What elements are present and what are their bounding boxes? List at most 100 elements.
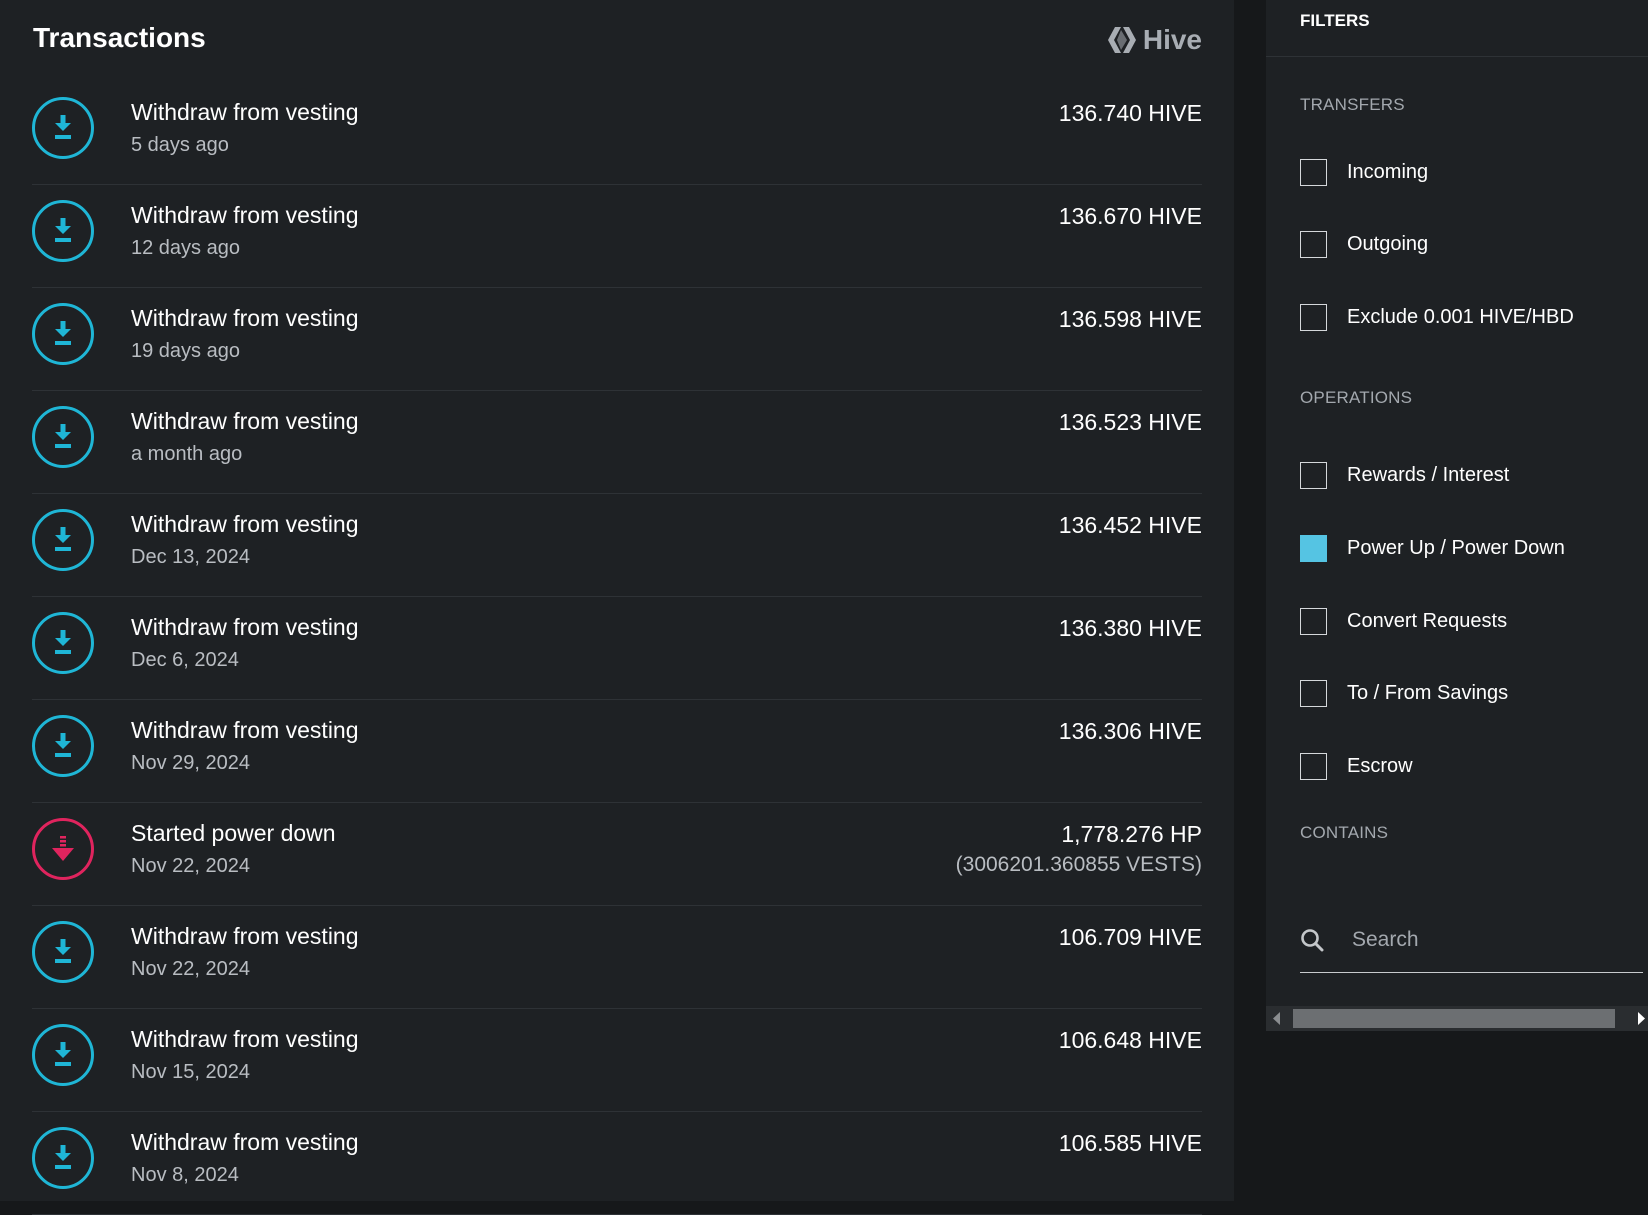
- checkbox-label: Outgoing: [1347, 232, 1429, 255]
- transaction-label: Withdraw from vesting: [131, 717, 359, 743]
- checkbox-label: Exclude 0.001 HIVE/HBD: [1347, 305, 1574, 328]
- transaction-date: 5 days ago: [131, 134, 229, 156]
- hive-logo-icon: [1107, 27, 1136, 53]
- transaction-row[interactable]: Withdraw from vesting Nov 15, 2024 106.6…: [32, 1009, 1202, 1112]
- download-icon: [32, 509, 94, 571]
- download-icon: [32, 1024, 94, 1086]
- search-field[interactable]: [1300, 914, 1643, 973]
- operations-checkbox-3[interactable]: Convert Requests: [1300, 606, 1507, 636]
- download-icon: [32, 200, 94, 262]
- transaction-row[interactable]: Withdraw from vesting 5 days ago 136.740…: [32, 82, 1202, 185]
- transaction-row[interactable]: Withdraw from vesting Dec 13, 2024 136.4…: [32, 494, 1202, 597]
- transaction-label: Withdraw from vesting: [131, 305, 359, 331]
- checkbox-box[interactable]: [1300, 230, 1327, 258]
- section-title-operations: OPERATIONS: [1300, 388, 1413, 407]
- transaction-amount: 136.740 HIVE: [1058, 100, 1202, 126]
- filters-panel: FILTERS TRANSFERS Incoming Outgoing Excl…: [1266, 0, 1648, 1031]
- transaction-amount: 136.380 HIVE: [1058, 615, 1202, 641]
- transaction-row[interactable]: Withdraw from vesting Nov 22, 2024 106.7…: [32, 906, 1202, 1009]
- section-title-contains: CONTAINS: [1300, 823, 1389, 842]
- operations-checkbox-1[interactable]: Rewards / Interest: [1300, 460, 1509, 490]
- power-down-icon: [32, 818, 94, 880]
- checkbox-label: Power Up / Power Down: [1347, 536, 1565, 559]
- hive-brand: Hive: [1107, 22, 1202, 58]
- transaction-label: Withdraw from vesting: [131, 1129, 359, 1155]
- scrollbar-thumb[interactable]: [1293, 1009, 1615, 1028]
- checkbox-box[interactable]: [1300, 752, 1327, 780]
- transaction-date: Nov 15, 2024: [131, 1061, 250, 1083]
- checkbox-box[interactable]: [1300, 303, 1327, 331]
- brand-name: Hive: [1142, 24, 1202, 55]
- transaction-amount: 136.452 HIVE: [1058, 512, 1202, 538]
- transaction-date: Dec 6, 2024: [131, 649, 239, 671]
- transaction-row[interactable]: Withdraw from vesting 19 days ago 136.59…: [32, 288, 1202, 391]
- transaction-label: Withdraw from vesting: [131, 99, 359, 125]
- transaction-row[interactable]: Started power down Nov 22, 2024 1,778.27…: [32, 803, 1202, 906]
- download-icon: [32, 612, 94, 674]
- download-icon: [32, 1127, 94, 1189]
- transaction-label: Withdraw from vesting: [131, 614, 359, 640]
- transaction-date: Nov 22, 2024: [131, 958, 250, 980]
- transaction-amount: 1,778.276 HP: [1061, 821, 1202, 847]
- download-icon: [32, 303, 94, 365]
- transfers-checkbox-3[interactable]: Exclude 0.001 HIVE/HBD: [1300, 302, 1574, 332]
- checkbox-label: Convert Requests: [1347, 609, 1508, 632]
- transaction-row[interactable]: Withdraw from vesting Dec 6, 2024 136.38…: [32, 597, 1202, 700]
- transaction-amount: 106.585 HIVE: [1058, 1130, 1202, 1156]
- checkbox-label: To / From Savings: [1347, 681, 1509, 704]
- transaction-label: Withdraw from vesting: [131, 1026, 359, 1052]
- checkbox-box[interactable]: [1300, 158, 1327, 186]
- transaction-amount: 136.598 HIVE: [1058, 306, 1202, 332]
- download-icon: [32, 97, 94, 159]
- transaction-label: Started power down: [131, 820, 336, 846]
- transaction-date: Nov 22, 2024: [131, 855, 250, 877]
- transaction-date: Nov 8, 2024: [131, 1164, 239, 1186]
- checkbox-box[interactable]: [1300, 534, 1327, 562]
- transaction-amount: 136.523 HIVE: [1058, 409, 1202, 435]
- transaction-row[interactable]: Withdraw from vesting Nov 8, 2024 106.58…: [32, 1112, 1202, 1215]
- checkbox-label: Incoming: [1347, 160, 1429, 183]
- checkbox-box[interactable]: [1300, 679, 1327, 707]
- operations-checkbox-2[interactable]: Power Up / Power Down: [1300, 533, 1565, 563]
- gutter: [1234, 0, 1266, 1201]
- filters-title: FILTERS: [1300, 11, 1370, 30]
- transaction-row[interactable]: Withdraw from vesting a month ago 136.52…: [32, 391, 1202, 494]
- transfers-checkbox-2[interactable]: Outgoing: [1300, 229, 1428, 259]
- transaction-date: a month ago: [131, 443, 243, 465]
- transaction-amount: 106.648 HIVE: [1058, 1027, 1202, 1053]
- operations-checkbox-5[interactable]: Escrow: [1300, 751, 1413, 781]
- page-title: Transactions: [33, 22, 206, 53]
- transaction-date: Nov 29, 2024: [131, 752, 250, 774]
- scroll-left-arrow-icon[interactable]: [1272, 1012, 1282, 1025]
- transaction-amount: 106.709 HIVE: [1058, 924, 1202, 950]
- transfers-checkbox-1[interactable]: Incoming: [1300, 157, 1428, 187]
- transaction-subamount: (3006201.360855 VESTS): [955, 853, 1202, 876]
- operations-checkbox-4[interactable]: To / From Savings: [1300, 678, 1508, 708]
- transaction-label: Withdraw from vesting: [131, 408, 359, 434]
- transaction-date: 19 days ago: [131, 340, 240, 362]
- transaction-date: Dec 13, 2024: [131, 546, 250, 568]
- transaction-amount: 136.306 HIVE: [1058, 718, 1202, 744]
- transaction-amount: 136.670 HIVE: [1058, 203, 1202, 229]
- filters-header: FILTERS: [1266, 0, 1648, 57]
- download-icon: [32, 921, 94, 983]
- horizontal-scrollbar[interactable]: [1266, 1006, 1648, 1031]
- download-icon: [32, 406, 94, 468]
- transaction-date: 12 days ago: [131, 237, 240, 259]
- transactions-header: Transactions Hive: [33, 0, 1202, 76]
- checkbox-box[interactable]: [1300, 461, 1327, 489]
- checkbox-label: Escrow: [1347, 754, 1413, 777]
- search-icon: [1301, 929, 1324, 952]
- checkbox-label: Rewards / Interest: [1347, 463, 1510, 486]
- transaction-label: Withdraw from vesting: [131, 202, 359, 228]
- transactions-panel: Transactions Hive Withdraw from vesting …: [0, 0, 1234, 1215]
- transaction-label: Withdraw from vesting: [131, 511, 359, 537]
- search-input[interactable]: [1350, 924, 1634, 956]
- transaction-label: Withdraw from vesting: [131, 923, 359, 949]
- scroll-right-arrow-icon[interactable]: [1636, 1012, 1646, 1025]
- transaction-list: Withdraw from vesting 5 days ago 136.740…: [32, 82, 1202, 1215]
- checkbox-box[interactable]: [1300, 607, 1327, 635]
- section-title-transfers: TRANSFERS: [1300, 95, 1405, 114]
- transaction-row[interactable]: Withdraw from vesting Nov 29, 2024 136.3…: [32, 700, 1202, 803]
- transaction-row[interactable]: Withdraw from vesting 12 days ago 136.67…: [32, 185, 1202, 288]
